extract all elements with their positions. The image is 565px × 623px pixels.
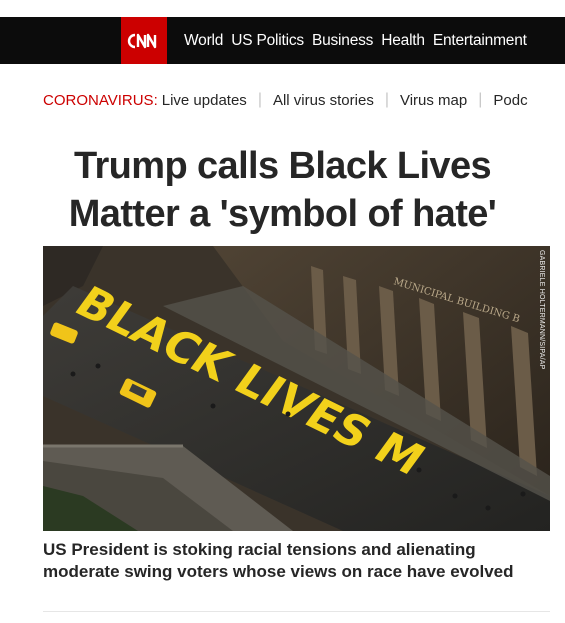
article-dek[interactable]: US President is stoking racial tensions … [43,539,543,583]
ticker-link-all-virus-stories[interactable]: All virus stories [273,92,374,109]
ticker-label: CORONAVIRUS: [43,91,158,109]
main-nav: World US Politics Business Health Entert… [184,17,535,64]
nav-business[interactable]: Business [312,32,373,50]
headline-line-1: Trump calls Black Lives [73,145,492,187]
nav-us-politics[interactable]: US Politics [231,32,304,50]
aerial-street-mural-photo: MUNICIPAL BUILDING B BLACK LIVES M [43,246,550,531]
coronavirus-ticker: CORONAVIRUS: Live updates | All virus st… [43,90,528,110]
divider [43,611,550,612]
photo-credit-text: GABRIELE HOLTERMANN/SIPA/AP [538,250,545,370]
nav-entertainment[interactable]: Entertainment [433,32,527,50]
headline-line-2: Matter a 'symbol of hate' [68,193,497,235]
photo-credit: GABRIELE HOLTERMANN/SIPA/AP [536,250,546,380]
nav-world[interactable]: World [184,32,223,50]
page-title: Trump calls Black Lives Matter a 'symbol… [0,142,565,238]
hero-image[interactable]: MUNICIPAL BUILDING B BLACK LIVES M [43,246,550,531]
ticker-separator: | [478,91,483,108]
ticker-link-live-updates[interactable]: Live updates [162,92,247,109]
ticker-link-virus-map[interactable]: Virus map [400,92,467,109]
ticker-separator: | [257,91,262,108]
nav-health[interactable]: Health [381,32,425,50]
top-strip [0,0,565,17]
cnn-logo-mark [127,33,157,48]
ticker-link-podcast[interactable]: Podc [493,92,527,109]
cnn-logo[interactable] [121,17,167,64]
ticker-separator: | [384,91,389,108]
